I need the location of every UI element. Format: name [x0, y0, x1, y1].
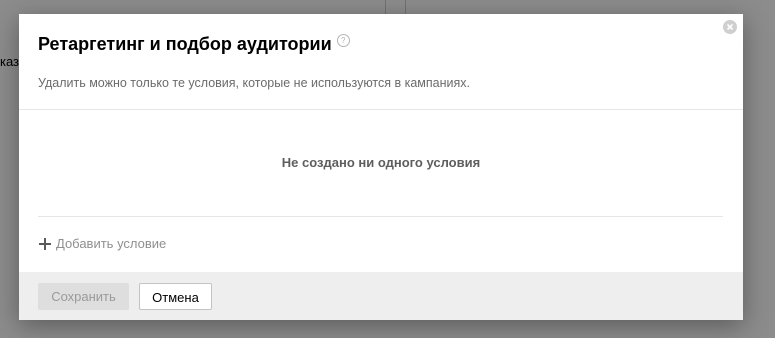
- close-icon[interactable]: [723, 20, 737, 34]
- save-button[interactable]: Сохранить: [38, 283, 129, 310]
- add-condition-label: Добавить условие: [56, 236, 167, 251]
- plus-icon: [39, 237, 51, 250]
- list-divider: [38, 216, 723, 217]
- dialog-header: Ретаргетинг и подбор аудитории ?: [38, 34, 350, 55]
- retargeting-dialog: Ретаргетинг и подбор аудитории ? Удалить…: [19, 14, 743, 320]
- header-divider: [19, 109, 743, 110]
- cancel-button[interactable]: Отмена: [139, 283, 212, 310]
- dialog-title: Ретаргетинг и подбор аудитории: [38, 34, 332, 54]
- question-circle-icon[interactable]: ?: [336, 34, 350, 47]
- empty-state-message: Не создано ни одного условия: [281, 155, 481, 170]
- dialog-subtitle: Удалить можно только те условия, которые…: [38, 76, 471, 90]
- dialog-footer: Сохранить Отмена: [19, 272, 743, 320]
- add-condition-button[interactable]: Добавить условие: [39, 236, 166, 251]
